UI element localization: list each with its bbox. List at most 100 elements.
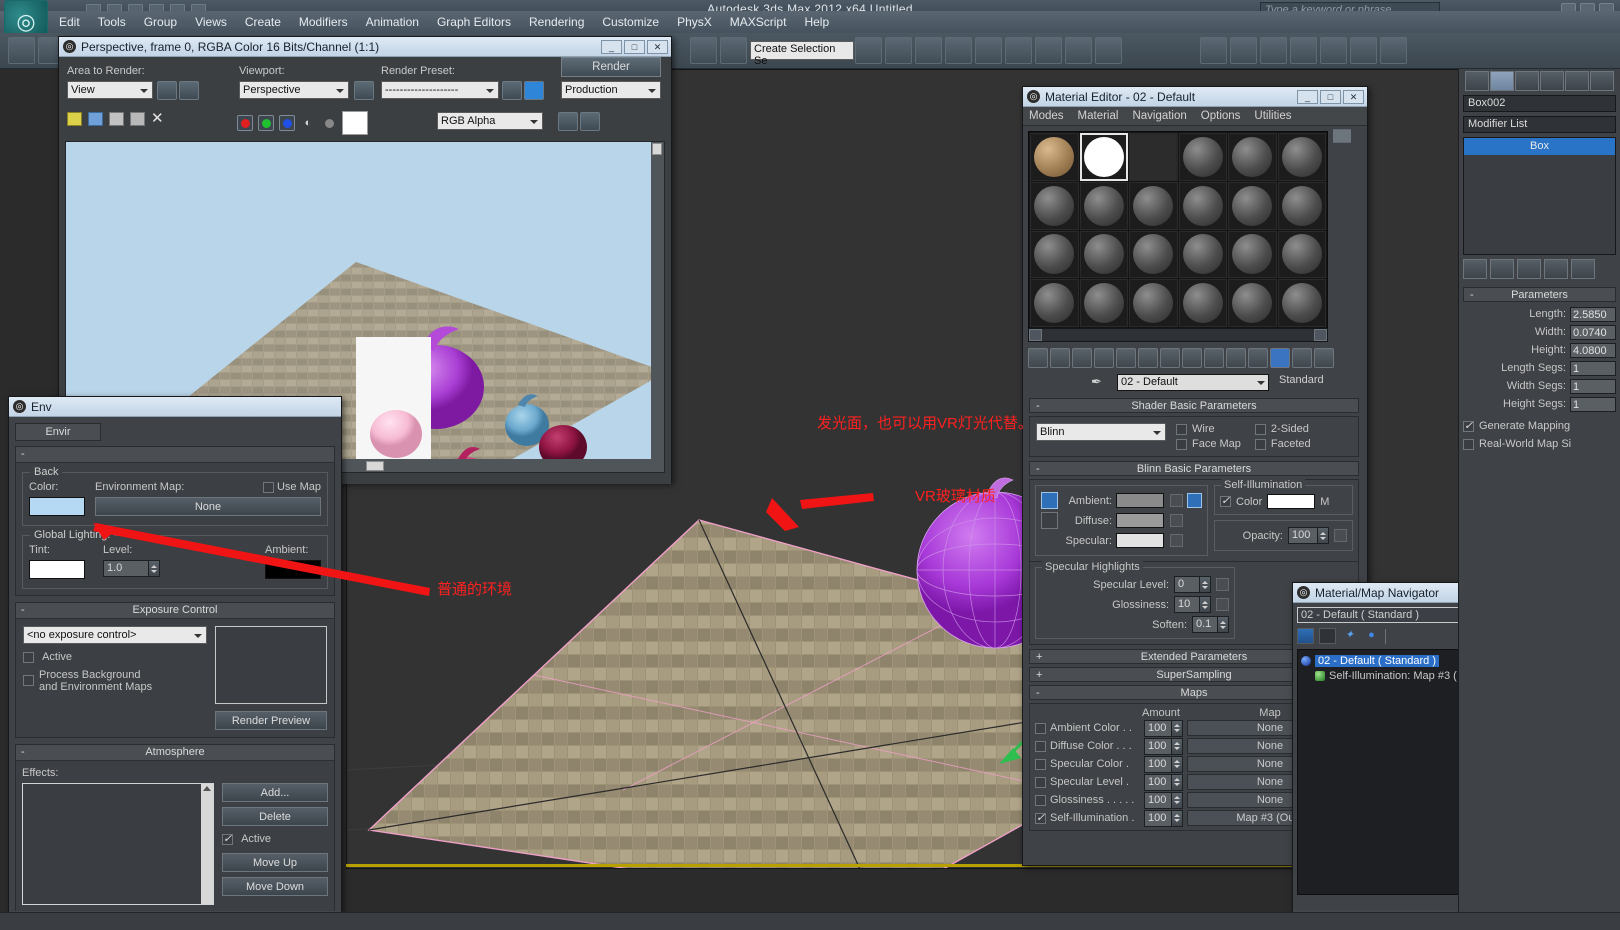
level-value[interactable]: 1.0 [103, 560, 149, 577]
blinn-collapse-icon[interactable]: - [1036, 462, 1040, 476]
self-illum-color-swatch[interactable] [1267, 494, 1316, 509]
checkbox[interactable] [1254, 423, 1266, 435]
object-name-field[interactable]: Box002 [1463, 95, 1616, 112]
select-rotate-icon[interactable] [885, 37, 912, 64]
material-slot-8[interactable] [1079, 181, 1128, 230]
background-swatch[interactable] [342, 111, 368, 135]
effects-scroll-up-icon[interactable] [203, 786, 211, 791]
level-spinner[interactable]: 1.0 [103, 560, 160, 577]
param-value[interactable]: 4.0800 [1570, 342, 1616, 358]
material-effects-id-icon[interactable] [1160, 348, 1180, 368]
material-slot-2[interactable] [1079, 133, 1128, 181]
view-small-icons-icon[interactable]: ✦ [1341, 628, 1358, 644]
render-setup-icon[interactable] [1200, 37, 1227, 64]
tab-create[interactable] [1465, 71, 1489, 91]
snap-toggle-icon[interactable] [1005, 37, 1032, 64]
ambient-color-swatch[interactable] [265, 560, 321, 579]
soften-spinner[interactable]: 0.1 [1192, 616, 1229, 633]
layer-manager-icon[interactable] [1380, 37, 1407, 64]
material-slot-11[interactable] [1228, 181, 1277, 230]
edit-region-icon[interactable] [179, 81, 199, 100]
vscroll-up-button[interactable] [652, 143, 662, 155]
select-move-icon[interactable] [855, 37, 882, 64]
slot-scroll-left-icon[interactable] [1029, 329, 1042, 341]
exposure-control-rollout[interactable]: - Exposure Control <no exposure control>… [15, 602, 335, 738]
parameters-rollout-header[interactable]: - Parameters [1463, 287, 1616, 302]
map-enable-checkbox[interactable] [1035, 740, 1046, 752]
map-amount-spinner[interactable]: 100 [1144, 755, 1183, 773]
shader-collapse-icon[interactable]: - [1036, 399, 1040, 413]
blue-channel-icon[interactable] [279, 115, 295, 131]
shader-checkbox-grid[interactable]: Wire 2-Sided Face Map Faceted [1176, 423, 1311, 450]
material-slot-13[interactable] [1030, 230, 1079, 279]
go-to-parent-icon[interactable] [1226, 348, 1246, 368]
checkbox[interactable] [1176, 438, 1187, 450]
reference-coord-icon[interactable] [945, 37, 972, 64]
show-map-in-viewport-icon[interactable] [1182, 348, 1202, 368]
glossiness-arrows[interactable] [1200, 596, 1211, 613]
render-preview-button[interactable]: Render Preview [215, 711, 327, 730]
add-effect-button[interactable]: Add... [222, 783, 328, 802]
pick-material-icon[interactable] [1292, 348, 1312, 368]
make-unique-stack-icon[interactable] [1517, 259, 1541, 279]
menu-customize[interactable]: Customize [593, 11, 668, 33]
render-window-tools[interactable]: ✕ [67, 111, 164, 126]
me-menu-options[interactable]: Options [1201, 110, 1241, 122]
cp-check-real-world-map-si[interactable]: Real-World Map Si [1463, 438, 1616, 450]
lock-viewport-icon[interactable] [354, 81, 374, 100]
tab-environment[interactable]: Envir [15, 423, 101, 441]
menu-modifiers[interactable]: Modifiers [290, 11, 357, 33]
collapse-icon[interactable]: - [21, 447, 25, 462]
environment-dialog-icon[interactable] [524, 81, 544, 100]
diffuse-color-swatch-me[interactable] [1116, 513, 1164, 528]
save-image-icon[interactable] [67, 112, 82, 126]
map-enable-checkbox[interactable] [1035, 776, 1046, 788]
box-parameters[interactable]: Length: 2.5850 Width: 0.0740 Height: 4.0800 Le… [1459, 306, 1620, 412]
environment-effects-dialog[interactable]: ◎ Env Envir - Back Color: Environment Ma… [8, 396, 342, 930]
specular-color-swatch-me[interactable] [1116, 533, 1164, 548]
assign-to-selection-icon[interactable] [1072, 348, 1092, 368]
map-amount-value[interactable]: 100 [1144, 719, 1172, 737]
specular-level-value[interactable]: 0 [1174, 576, 1200, 593]
channel-select[interactable]: RGB Alpha [437, 112, 543, 130]
clear-image-icon[interactable]: ✕ [151, 111, 164, 126]
mono-channel-icon[interactable] [321, 115, 337, 131]
pin-stack-icon[interactable] [1463, 259, 1487, 279]
menu-graph-editors[interactable]: Graph Editors [428, 11, 520, 33]
material-slot-9[interactable] [1129, 181, 1178, 230]
param-length-segs[interactable]: Length Segs: 1 [1459, 360, 1616, 376]
specular-level-spinner[interactable]: 0 [1174, 576, 1211, 593]
render-window-close-button[interactable]: ✕ [647, 39, 668, 54]
self-illum-map-button[interactable]: M [1320, 496, 1329, 508]
render-image-vscrollbar[interactable] [651, 142, 664, 472]
menu-edit[interactable]: Edit [50, 11, 89, 33]
soften-value[interactable]: 0.1 [1192, 616, 1218, 633]
material-slot-24[interactable] [1277, 279, 1326, 327]
map-amount-value[interactable]: 100 [1144, 737, 1172, 755]
ambient-diffuse-lock-icon[interactable] [1041, 492, 1058, 509]
ambient-color-swatch-me[interactable] [1116, 493, 1164, 508]
menu-items[interactable]: Edit Tools Group Views Create Modifiers Animat… [50, 11, 838, 33]
material-editor-horizontal-toolbar[interactable] [1028, 348, 1364, 370]
glossiness-map-button[interactable] [1216, 598, 1229, 611]
tab-display[interactable] [1565, 71, 1589, 91]
atmosphere-active-checkbox[interactable] [222, 832, 233, 845]
tab-hierarchy[interactable] [1515, 71, 1539, 91]
box-parameter-checks[interactable]: Generate Mapping Real-World Map Si [1463, 419, 1616, 450]
render-window-maximize-button[interactable]: □ [624, 39, 645, 54]
material-slot-18[interactable] [1277, 230, 1326, 279]
checkbox[interactable] [1463, 419, 1474, 432]
material-slot-14[interactable] [1079, 230, 1128, 279]
red-channel-icon[interactable] [237, 115, 253, 131]
move-down-button[interactable]: Move Down [222, 877, 328, 896]
map-enable-checkbox[interactable] [1035, 794, 1046, 806]
supersampling-expand-icon[interactable]: + [1036, 668, 1042, 682]
menu-views[interactable]: Views [186, 11, 236, 33]
map-amount-value[interactable]: 100 [1144, 773, 1172, 791]
diffuse-map-button[interactable] [1170, 514, 1183, 527]
shader-check-wire[interactable]: Wire [1176, 423, 1241, 435]
show-end-result-stack-icon[interactable] [1490, 259, 1514, 279]
material-id-channel-icon[interactable] [1349, 129, 1351, 143]
select-scale-icon[interactable] [915, 37, 942, 64]
menu-create[interactable]: Create [236, 11, 290, 33]
